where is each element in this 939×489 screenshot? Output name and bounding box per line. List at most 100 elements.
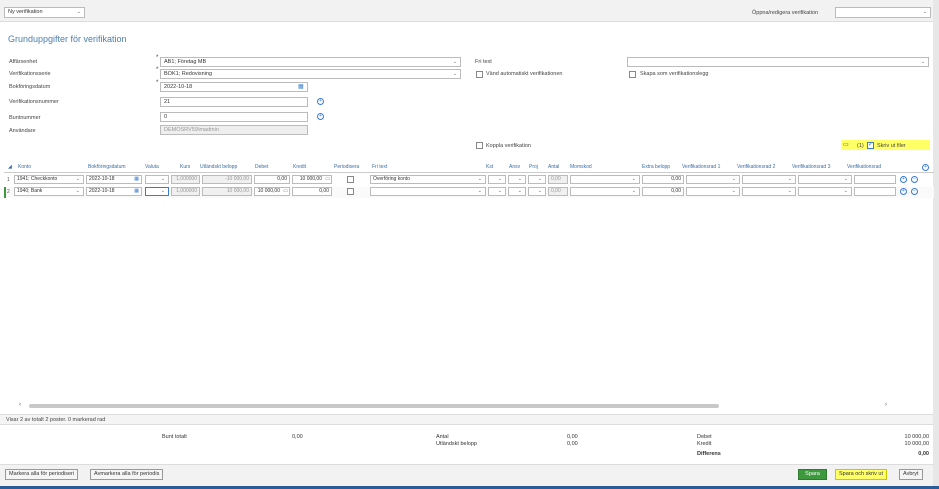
- debet-input[interactable]: 0,00: [254, 175, 290, 184]
- col-konto[interactable]: Konto: [18, 164, 31, 170]
- add-column-icon[interactable]: +: [922, 164, 929, 171]
- remove-row-icon[interactable]: −: [911, 188, 918, 195]
- scroll-left-icon[interactable]: ‹: [19, 402, 21, 408]
- konto-select[interactable]: 1941; Checkkonto ⌄: [14, 175, 84, 184]
- affarsenhet-select[interactable]: AB1; Företag MB ⌄: [160, 57, 461, 67]
- periodisera-checkbox[interactable]: [347, 176, 354, 183]
- spara-och-skriv-ut-button[interactable]: Spara och skriv ut: [835, 469, 888, 480]
- col-bokforingsdatum[interactable]: Bokföringsdatum: [88, 164, 126, 170]
- add-row-icon[interactable]: +: [900, 188, 907, 195]
- koppla-checkbox[interactable]: [476, 142, 483, 149]
- buntnr-input[interactable]: 0: [160, 112, 308, 122]
- scrollbar-thumb[interactable]: [29, 404, 719, 408]
- col-momskod[interactable]: Momskod: [570, 164, 592, 170]
- col-ansv[interactable]: Ansv: [509, 164, 520, 170]
- kredit-total-value: 10 000,00: [904, 441, 929, 447]
- avmarkera-alla-button[interactable]: Avmarkera alla för periodis: [90, 469, 164, 480]
- col-fritext[interactable]: Fri text: [372, 164, 387, 170]
- kredit-input[interactable]: 0,00: [292, 187, 332, 196]
- remove-row-icon[interactable]: −: [911, 176, 918, 183]
- chevron-down-icon: ⌄: [631, 188, 636, 194]
- verrad4-select[interactable]: [854, 175, 896, 184]
- datum-input[interactable]: 2022-10-18 ▦: [86, 175, 142, 184]
- valuta-select[interactable]: ⌄: [145, 187, 169, 196]
- utl-belopp-value: 0,00: [567, 441, 578, 447]
- col-kurs[interactable]: Kurs: [180, 164, 190, 170]
- skapa-label: Skapa som verifikationslegg: [640, 71, 709, 77]
- verrad1-select[interactable]: ⌄: [686, 187, 740, 196]
- skriv-ut-checkbox[interactable]: ✓: [867, 142, 874, 149]
- calendar-icon[interactable]: ▦: [134, 176, 139, 183]
- vernr-input[interactable]: 21: [160, 97, 308, 107]
- open-verification-select[interactable]: ⌄: [835, 7, 931, 18]
- verrad4-select[interactable]: [854, 187, 896, 196]
- markera-alla-button[interactable]: Markera alla för periodiseri: [5, 469, 79, 480]
- verification-type-select[interactable]: Ny verifikation ⌄: [4, 7, 85, 18]
- fritext-select[interactable]: ⌄: [627, 57, 929, 67]
- col-verrad1[interactable]: Verifikationsrad 1: [682, 164, 720, 170]
- chevron-down-icon: ⌄: [631, 176, 636, 182]
- col-proj[interactable]: Proj: [529, 164, 538, 170]
- col-verrad4[interactable]: Verifikationsrad: [847, 164, 881, 170]
- konto-select[interactable]: 1940; Bank ⌄: [14, 187, 84, 196]
- momskod-select[interactable]: ⌄: [570, 175, 640, 184]
- col-extra-belopp[interactable]: Extra belopp: [642, 164, 670, 170]
- calendar-icon[interactable]: ▦: [134, 188, 139, 195]
- ansv-select[interactable]: ⌄: [508, 187, 526, 196]
- table-row[interactable]: 1 1941; Checkkonto ⌄ 2022-10-18 ▦ ⌄ 1,0000…: [4, 175, 934, 186]
- periodisera-checkbox[interactable]: [347, 188, 354, 195]
- serie-select[interactable]: BOK1; Redovisning ⌄: [160, 69, 461, 79]
- calculator-icon[interactable]: ▭: [325, 176, 330, 183]
- col-utlandskt-belopp[interactable]: Utländskt belopp: [200, 164, 237, 170]
- debet-input[interactable]: 10 000,00 ▭: [254, 187, 290, 196]
- col-debet[interactable]: Debet: [255, 164, 268, 170]
- skapa-checkbox[interactable]: [629, 71, 636, 78]
- anvandare-value: DEMOSRV59\madmin: [164, 127, 219, 133]
- fritext-row-select[interactable]: Överföring konto ⌄: [370, 175, 486, 184]
- extra-belopp-input[interactable]: 0,00: [642, 175, 684, 184]
- avbryt-button[interactable]: Avbryt: [899, 469, 923, 480]
- serie-value: BOK1; Redovisning: [164, 71, 212, 77]
- calendar-icon[interactable]: ▦: [298, 83, 304, 90]
- col-kst[interactable]: Kst: [486, 164, 493, 170]
- col-antal[interactable]: Antal: [548, 164, 559, 170]
- kst-select[interactable]: ⌄: [488, 187, 506, 196]
- col-valuta[interactable]: Valuta: [145, 164, 159, 170]
- right-scrollbar[interactable]: [933, 0, 939, 489]
- row-selected-indicator: [4, 187, 6, 198]
- col-periodisera[interactable]: Periodisera: [334, 164, 359, 170]
- horizontal-scrollbar[interactable]: ‹ ›: [15, 402, 925, 410]
- momskod-select[interactable]: ⌄: [570, 187, 640, 196]
- verrad1-select[interactable]: ⌄: [686, 175, 740, 184]
- add-circle-icon[interactable]: +: [317, 98, 324, 105]
- kst-select[interactable]: ⌄: [488, 175, 506, 184]
- bokforingsdatum-input[interactable]: 2022-10-18: [160, 82, 308, 92]
- col-kredit[interactable]: Kredit: [293, 164, 306, 170]
- valuta-select[interactable]: ⌄: [145, 175, 169, 184]
- calculator-icon[interactable]: ▭: [283, 188, 288, 195]
- grid-header: ◢ Konto Bokföringsdatum Valuta Kurs Utlä…: [4, 163, 934, 173]
- ansv-select[interactable]: ⌄: [508, 175, 526, 184]
- fritext-row-select[interactable]: ⌄: [370, 187, 486, 196]
- sort-icon[interactable]: ◢: [8, 164, 12, 170]
- datum-input[interactable]: 2022-10-18 ▦: [86, 187, 142, 196]
- col-verrad2[interactable]: Verifikationsrad 2: [737, 164, 775, 170]
- chevron-down-icon: ⌄: [787, 188, 792, 194]
- table-row[interactable]: 2 1940; Bank ⌄ 2022-10-18 ▦ ⌄ 1,000000 10 …: [4, 187, 934, 198]
- col-verrad3[interactable]: Verifikationsrad 3: [792, 164, 830, 170]
- vand-checkbox[interactable]: [476, 71, 483, 78]
- proj-select[interactable]: ⌄: [528, 187, 546, 196]
- skriv-ut-label: Skriv ut filer: [877, 143, 906, 149]
- add-circle-icon[interactable]: +: [317, 113, 324, 120]
- extra-belopp-input[interactable]: 0,00: [642, 187, 684, 196]
- folder-icon[interactable]: ▭: [843, 141, 849, 148]
- verrad2-select[interactable]: ⌄: [742, 175, 796, 184]
- add-row-icon[interactable]: +: [900, 176, 907, 183]
- spara-button[interactable]: Spara: [798, 469, 827, 480]
- scroll-right-icon[interactable]: ›: [885, 402, 887, 408]
- verrad3-select[interactable]: ⌄: [798, 187, 852, 196]
- proj-select[interactable]: ⌄: [528, 175, 546, 184]
- kredit-input[interactable]: 10 000,00 ▭: [292, 175, 332, 184]
- verrad3-select[interactable]: ⌄: [798, 175, 852, 184]
- verrad2-select[interactable]: ⌄: [742, 187, 796, 196]
